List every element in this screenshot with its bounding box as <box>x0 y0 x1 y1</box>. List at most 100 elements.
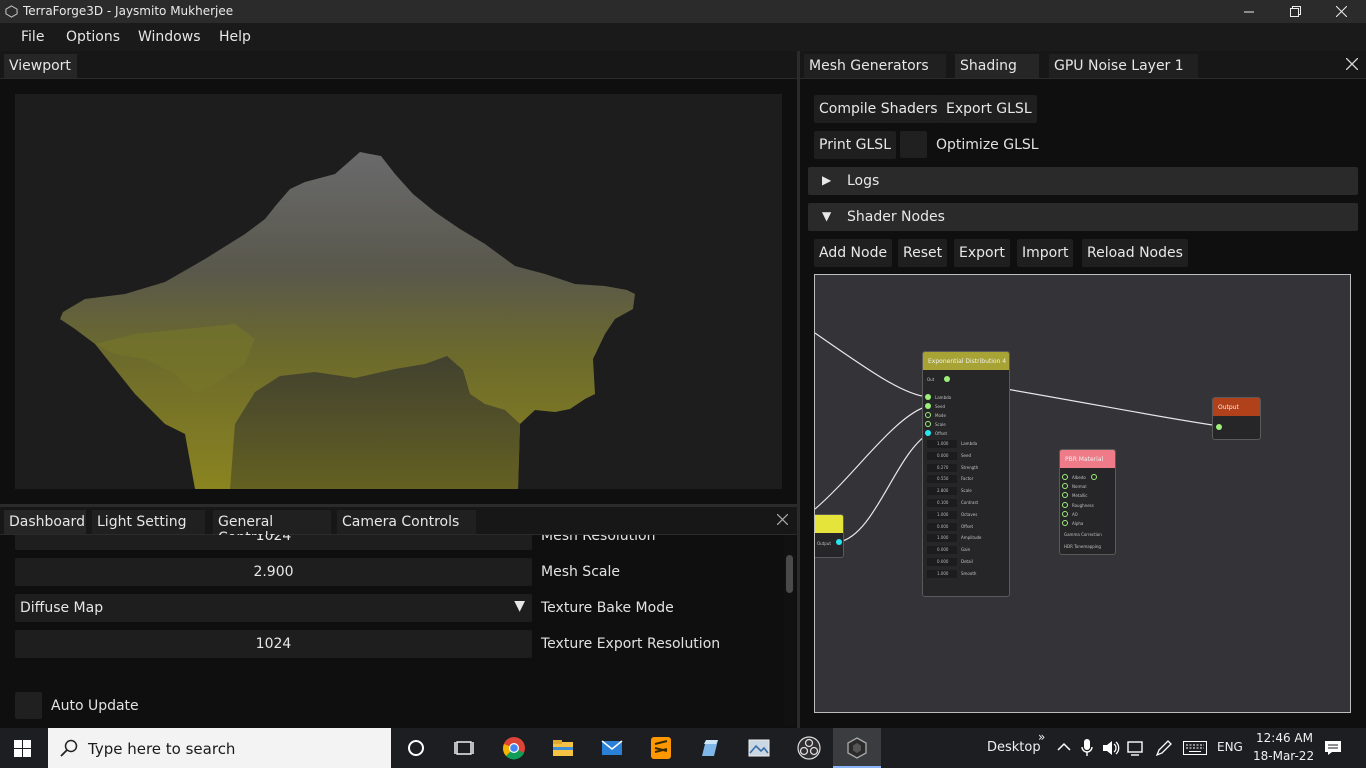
optimize-glsl-checkbox[interactable] <box>900 131 927 158</box>
mesh-scale-field[interactable]: 2.900 <box>15 558 532 586</box>
input-pin[interactable] <box>1062 474 1068 480</box>
mesh-resolution-field[interactable]: 1024 <box>15 535 532 550</box>
input-pin[interactable] <box>1062 501 1068 508</box>
language-indicator[interactable]: ENG <box>1217 740 1243 754</box>
node-param-field[interactable]: 0.000 <box>927 451 957 460</box>
output-node[interactable]: Output <box>1212 397 1261 440</box>
input-pin[interactable] <box>925 394 931 400</box>
add-node-button[interactable]: Add Node <box>814 239 893 267</box>
menu-windows[interactable]: Windows <box>138 29 201 45</box>
terraforge-taskbar-button[interactable] <box>833 728 881 768</box>
notification-icon[interactable] <box>1324 740 1342 756</box>
clock-date[interactable]: 18-Mar-22 <box>1253 749 1314 763</box>
tab-camera-controls[interactable]: Camera Controls <box>337 510 476 534</box>
node-param-field[interactable]: 0.000 <box>927 546 957 555</box>
auto-update-checkbox[interactable] <box>15 692 42 719</box>
time-node[interactable]: Time Output <box>815 514 844 558</box>
node-param-field[interactable]: 0.000 <box>927 558 957 566</box>
export-glsl-button[interactable]: Export GLSL <box>941 95 1037 123</box>
menu-options[interactable]: Options <box>66 29 120 45</box>
close-window-button[interactable] <box>1318 0 1364 23</box>
restore-button[interactable] <box>1272 0 1318 23</box>
logs-header[interactable]: ▶ Logs <box>808 167 1358 195</box>
menu-file[interactable]: File <box>21 29 44 45</box>
sublime-text-icon[interactable] <box>649 736 673 760</box>
shader-nodes-header[interactable]: ▼ Shader Nodes <box>808 203 1358 231</box>
right-panel-tabbar: Mesh Generators Shading GPU Noise Layer … <box>800 51 1366 79</box>
reset-button[interactable]: Reset <box>898 239 948 267</box>
input-pin[interactable] <box>1062 520 1068 526</box>
node-param-field[interactable]: 1.000 <box>927 510 957 519</box>
output-pin[interactable] <box>944 376 950 382</box>
output-node-input-pin[interactable] <box>1216 424 1222 430</box>
pbr-material-node[interactable]: PBR Material Albedo Normal Metallic Roughne… <box>1059 449 1116 555</box>
viewport-canvas[interactable] <box>15 94 782 489</box>
node-param-value: 0.000 <box>937 523 949 529</box>
task-view-icon[interactable] <box>452 736 476 760</box>
node-param-field[interactable]: 0.550 <box>927 475 957 484</box>
texture-bake-mode-dropdown[interactable]: Diffuse Map ▼ <box>15 594 532 622</box>
tab-mesh-generators[interactable]: Mesh Generators <box>804 54 946 78</box>
node-title: Exponential Distribution 4 <box>923 352 1009 370</box>
obs-icon[interactable] <box>797 736 821 760</box>
vertical-splitter[interactable] <box>797 51 800 728</box>
node-output-label: Output <box>817 541 831 546</box>
input-pin[interactable] <box>1062 510 1068 517</box>
close-panel-button[interactable] <box>1345 57 1359 74</box>
microphone-icon[interactable] <box>1081 739 1093 757</box>
node-param-field[interactable]: 1.000 <box>927 569 957 578</box>
scrollbar-thumb[interactable] <box>786 555 793 593</box>
cortana-icon[interactable] <box>404 736 428 760</box>
print-glsl-button[interactable]: Print GLSL <box>814 131 896 159</box>
dashboard-scrollbar[interactable] <box>784 535 795 725</box>
node-param-field[interactable]: 0.000 <box>927 522 957 531</box>
input-pin[interactable] <box>925 412 931 418</box>
taskbar-search-box[interactable]: Type here to search <box>48 728 391 768</box>
desktop-toolbar-label[interactable]: Desktop <box>987 740 1041 755</box>
minimize-button[interactable] <box>1226 0 1272 23</box>
tab-light-setting[interactable]: Light Setting <box>92 510 205 534</box>
tab-dashboard[interactable]: Dashboard <box>4 510 86 534</box>
input-pin[interactable] <box>925 430 931 436</box>
volume-icon[interactable] <box>1102 740 1120 756</box>
input-pin[interactable] <box>925 403 931 409</box>
node-param-value: 1.000 <box>937 511 949 517</box>
node-editor-canvas[interactable]: Exponential Distribution 4 Out Lambda Se… <box>814 274 1351 713</box>
texture-export-resolution-field[interactable]: 1024 <box>15 630 532 658</box>
chevron-double-right-icon[interactable]: » <box>1038 730 1045 744</box>
tab-shading[interactable]: Shading <box>955 54 1039 78</box>
input-pin[interactable] <box>1062 492 1068 499</box>
tab-viewport[interactable]: Viewport <box>4 54 77 78</box>
import-button[interactable]: Import <box>1017 239 1074 267</box>
clock-time[interactable]: 12:46 AM <box>1256 731 1313 745</box>
tab-general-controls[interactable]: General Controls <box>213 510 331 546</box>
node-param-field[interactable]: 0.270 <box>927 463 957 472</box>
reload-nodes-button[interactable]: Reload Nodes <box>1082 239 1188 267</box>
window-title: TerraForge3D - Jaysmito Mukherjee <box>23 4 234 18</box>
input-pin[interactable] <box>925 421 931 427</box>
chevron-up-icon[interactable] <box>1057 742 1071 752</box>
exponential-distribution-node[interactable]: Exponential Distribution 4 Out Lambda Se… <box>922 351 1010 597</box>
node-param-field[interactable]: 1.000 <box>927 440 957 448</box>
mail-icon[interactable] <box>600 736 624 760</box>
compile-shaders-button[interactable]: Compile Shaders <box>814 95 943 123</box>
input-label: Mode <box>935 413 946 418</box>
network-icon[interactable] <box>1127 740 1145 756</box>
tab-gpu-noise-layer[interactable]: GPU Noise Layer 1 <box>1049 54 1198 78</box>
pen-icon[interactable] <box>1155 739 1173 757</box>
export-button[interactable]: Export <box>954 239 1010 267</box>
output-pin[interactable] <box>1091 474 1097 480</box>
close-bottom-panel-button[interactable] <box>776 513 789 529</box>
app-icon[interactable] <box>698 736 722 760</box>
start-button[interactable] <box>14 740 31 761</box>
keyboard-icon[interactable] <box>1183 741 1207 755</box>
file-explorer-icon[interactable] <box>551 736 575 760</box>
input-pin[interactable] <box>1062 483 1068 490</box>
menu-help[interactable]: Help <box>219 29 251 45</box>
node-param-field[interactable]: 2.800 <box>927 487 957 496</box>
chrome-icon[interactable] <box>502 736 526 760</box>
node-param-field[interactable]: 0.100 <box>927 499 957 507</box>
photos-icon[interactable] <box>747 736 771 760</box>
output-pin[interactable] <box>836 539 842 545</box>
node-param-field[interactable]: 1.000 <box>927 534 957 543</box>
